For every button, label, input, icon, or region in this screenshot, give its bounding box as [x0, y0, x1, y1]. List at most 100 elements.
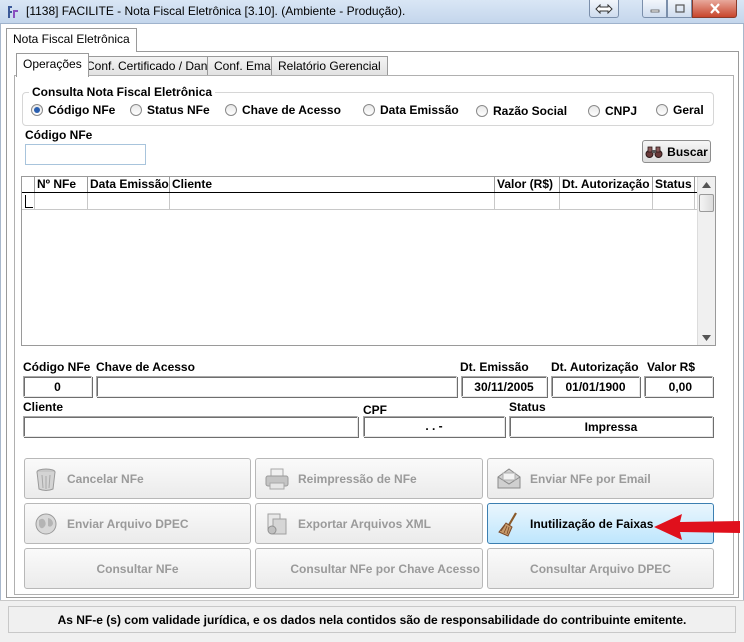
- column-header-cliente[interactable]: Cliente: [170, 177, 495, 192]
- radio-button[interactable]: [588, 105, 600, 117]
- search-group-title: Consulta Nota Fiscal Eletrônica: [29, 85, 216, 99]
- cpf-label: CPF: [363, 403, 387, 417]
- table-cell[interactable]: [495, 193, 560, 209]
- consultar-nfe-button[interactable]: Consultar NFe: [24, 548, 251, 589]
- tab-nota-fiscal-eletronica[interactable]: Nota Fiscal Eletrônica: [6, 28, 137, 52]
- cancelar-nfe-label: Cancelar NFe: [67, 471, 144, 486]
- exportar-arquivos-xml-button[interactable]: Exportar Arquivos XML: [255, 503, 483, 544]
- radio-label: Geral: [673, 103, 704, 117]
- printer-icon: [265, 468, 289, 489]
- radio-button[interactable]: [130, 104, 142, 116]
- tab-conf-certificado-danfe[interactable]: Conf. Certificado / Danfe: [79, 56, 225, 75]
- enviar-nfe-email-button[interactable]: Enviar NFe por Email: [487, 458, 714, 499]
- codigo-nfe-label: Código NFe: [23, 360, 91, 374]
- table-cell[interactable]: [88, 193, 170, 209]
- cpf-field: . . -: [363, 416, 505, 437]
- radio-data-emissao[interactable]: Data Emissão: [363, 103, 459, 117]
- app-logo-icon: [8, 6, 18, 18]
- scroll-down-arrow-icon[interactable]: [702, 335, 711, 341]
- nfe-grid[interactable]: Nº NFe Data Emissão Cliente Valor (R$) D…: [21, 176, 716, 346]
- dt-autorizacao-label: Dt. Autorização: [551, 360, 639, 374]
- arrows-left-right-button[interactable]: [589, 0, 619, 18]
- tab-label: Nota Fiscal Eletrônica: [13, 32, 130, 46]
- enviar-nfe-email-label: Enviar NFe por Email: [530, 471, 651, 486]
- radio-label: Código NFe: [48, 103, 116, 117]
- table-cell[interactable]: [170, 193, 495, 209]
- scroll-up-arrow-icon[interactable]: [702, 182, 711, 188]
- grid-vertical-scrollbar[interactable]: [697, 177, 715, 345]
- column-header-valor[interactable]: Valor (R$): [495, 177, 560, 192]
- radio-cnpj[interactable]: CNPJ: [588, 104, 637, 118]
- row-indicator: [22, 193, 35, 209]
- status-label: Status: [509, 400, 546, 414]
- cliente-label: Cliente: [23, 400, 64, 414]
- scroll-thumb[interactable]: [699, 194, 714, 212]
- enviar-arquivo-dpec-label: Enviar Arquivo DPEC: [67, 516, 189, 531]
- minimize-icon: [650, 9, 659, 12]
- table-row[interactable]: [22, 193, 715, 210]
- close-icon: [709, 3, 720, 14]
- maximize-icon: [674, 3, 685, 13]
- chave-acesso-label: Chave de Acesso: [96, 360, 195, 374]
- buscar-button[interactable]: Buscar: [642, 140, 711, 163]
- tab-label: Operações: [23, 57, 82, 71]
- enviar-arquivo-dpec-button[interactable]: Enviar Arquivo DPEC: [24, 503, 251, 544]
- table-cell[interactable]: [560, 193, 653, 209]
- consultar-arquivo-dpec-button[interactable]: Consultar Arquivo DPEC: [487, 548, 714, 589]
- column-header-dt-autorizacao[interactable]: Dt. Autorização: [560, 177, 653, 192]
- consultar-arquivo-dpec-label: Consultar Arquivo DPEC: [530, 561, 671, 576]
- cancelar-nfe-button[interactable]: Cancelar NFe: [24, 458, 251, 499]
- trash-can-icon: [36, 468, 56, 491]
- table-cell[interactable]: [653, 193, 695, 209]
- dt-emissao-label: Dt. Emissão: [460, 360, 529, 374]
- radio-label: Data Emissão: [380, 103, 459, 117]
- codigo-nfe-search-label: Código NFe: [25, 128, 93, 142]
- title-bar: [1138] FACILITE - Nota Fiscal Eletrônica…: [0, 0, 744, 24]
- globe-icon: [35, 513, 57, 534]
- minimize-button[interactable]: [642, 0, 667, 18]
- radio-button[interactable]: [225, 104, 237, 116]
- tab-label: Conf. Certificado / Danfe: [86, 59, 218, 73]
- column-header-status[interactable]: Status: [653, 177, 695, 192]
- envelope-icon: [497, 467, 521, 488]
- table-cell[interactable]: [35, 193, 88, 209]
- dt-autorizacao-field: 01/01/1900: [551, 376, 640, 397]
- maximize-button[interactable]: [667, 0, 692, 18]
- column-header-numero[interactable]: Nº NFe: [35, 177, 88, 192]
- radio-codigo-nfe[interactable]: Código NFe: [31, 103, 115, 117]
- radio-button[interactable]: [363, 104, 375, 116]
- radio-label: Razão Social: [493, 104, 568, 118]
- valor-field: 0,00: [644, 376, 713, 397]
- radio-geral[interactable]: Geral: [656, 103, 704, 117]
- tab-relatorio-gerencial[interactable]: Relatório Gerencial: [271, 56, 388, 75]
- radio-label: CNPJ: [605, 104, 638, 118]
- red-arrow-icon: [654, 514, 740, 540]
- radio-chave-de-acesso[interactable]: Chave de Acesso: [225, 103, 341, 117]
- radio-button-checked[interactable]: [31, 104, 43, 116]
- window-title: [1138] FACILITE - Nota Fiscal Eletrônica…: [26, 4, 406, 18]
- consultar-nfe-label: Consultar NFe: [96, 561, 179, 576]
- radio-label: Status NFe: [147, 103, 210, 117]
- tab-label: Relatório Gerencial: [278, 59, 381, 73]
- valor-label: Valor R$: [647, 360, 696, 374]
- tab-operacoes[interactable]: Operações: [16, 53, 89, 77]
- column-header-data-emissao[interactable]: Data Emissão: [88, 177, 170, 192]
- binoculars-icon: [645, 146, 663, 158]
- chave-acesso-field: [96, 376, 457, 397]
- radio-button[interactable]: [476, 105, 488, 117]
- reimpressao-nfe-label: Reimpressão de NFe: [298, 471, 417, 486]
- footer-disclaimer: As NF-e (s) com validade jurídica, e os …: [8, 606, 736, 633]
- status-field: Impressa: [509, 416, 713, 437]
- grid-indicator-header: [22, 177, 35, 192]
- radio-status-nfe[interactable]: Status NFe: [130, 103, 210, 117]
- codigo-nfe-field: 0: [23, 376, 92, 397]
- consultar-nfe-chave-button[interactable]: Consultar NFe por Chave Acesso: [255, 548, 483, 589]
- broom-icon: [498, 511, 517, 537]
- reimpressao-nfe-button[interactable]: Reimpressão de NFe: [255, 458, 483, 499]
- inutilizacao-faixas-label: Inutilização de Faixas: [530, 516, 654, 531]
- radio-razao-social[interactable]: Razão Social: [476, 104, 567, 118]
- close-button[interactable]: [692, 0, 737, 18]
- radio-button[interactable]: [656, 104, 668, 116]
- arrows-left-right-icon: [595, 3, 613, 14]
- codigo-nfe-search-input[interactable]: [25, 144, 146, 165]
